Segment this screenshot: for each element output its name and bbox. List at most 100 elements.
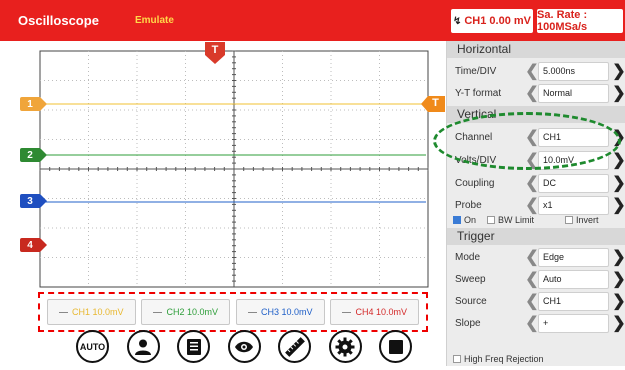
channel-label: Channel: [455, 132, 493, 143]
stop-icon: [388, 339, 403, 354]
source-next-icon[interactable]: ❯: [612, 292, 625, 311]
ch4-button[interactable]: CH4 10.0mV: [330, 299, 420, 325]
title-bar: Oscilloscope Emulate ↯ CH1 0.00 mV Sa. R…: [0, 0, 625, 41]
probe-next-icon[interactable]: ❯: [612, 196, 625, 215]
tool-bar: AUTO: [76, 330, 412, 370]
document-icon: [186, 338, 201, 355]
sweep-label: Sweep: [455, 274, 486, 285]
source-label: Source: [455, 296, 487, 307]
sweep-value[interactable]: Auto: [538, 270, 609, 289]
sweep-next-icon[interactable]: ❯: [612, 270, 625, 289]
gear-icon: [335, 337, 355, 356]
ch1-marker-label: 1: [27, 98, 33, 110]
probe-value[interactable]: x1: [538, 196, 609, 215]
mode-label: Emulate: [135, 15, 174, 26]
horizontal-header: Horizontal: [447, 41, 625, 58]
yt-format-label: Y-T format: [455, 88, 502, 99]
bw-limit-box-icon: [487, 216, 495, 224]
ch2-button[interactable]: CH2 10.0mV: [141, 299, 231, 325]
document-button[interactable]: [177, 330, 210, 363]
trigger-header: Trigger: [447, 228, 625, 245]
volts-div-decrease-icon[interactable]: ❮: [525, 151, 538, 170]
auto-label: AUTO: [79, 341, 106, 352]
ch2-marker[interactable]: 2: [20, 148, 47, 162]
channel-value[interactable]: CH1: [538, 128, 609, 147]
ch1-line-icon: [58, 311, 68, 313]
ch1-marker[interactable]: 1: [20, 97, 47, 111]
ch4-line-icon: [342, 311, 352, 313]
slope-prev-icon[interactable]: ❮: [525, 314, 538, 333]
coupling-prev-icon[interactable]: ❮: [525, 174, 538, 193]
trigger-mode-prev-icon[interactable]: ❮: [525, 248, 538, 267]
ch4-marker[interactable]: 4: [20, 238, 47, 252]
coupling-next-icon[interactable]: ❯: [612, 174, 625, 193]
high-freq-rejection-label: High Freq Rejection: [464, 354, 544, 364]
coupling-value[interactable]: DC: [538, 174, 609, 193]
measure-button[interactable]: [278, 330, 311, 363]
settings-button[interactable]: [328, 330, 362, 363]
time-div-increase-icon[interactable]: ❯: [612, 62, 625, 81]
bw-limit-checkbox[interactable]: BW Limit: [487, 215, 534, 225]
trigger-position-marker[interactable]: T: [204, 41, 226, 64]
coupling-label: Coupling: [455, 178, 495, 189]
volts-div-increase-icon[interactable]: ❯: [612, 151, 625, 170]
trigger-mode-label: Mode: [455, 252, 481, 263]
trigger-level-label: CH1 0.00 mV: [464, 15, 532, 27]
ch3-line-icon: [247, 311, 257, 313]
yt-format-next-icon[interactable]: ❯: [612, 84, 625, 103]
trigger-level-marker[interactable]: T: [421, 96, 445, 112]
sample-rate-button[interactable]: Sa. Rate : 100MSa/s: [537, 9, 623, 33]
channel-bar: CH1 10.0mV CH2 10.0mV CH3 10.0mV CH4 10.…: [38, 292, 428, 332]
scope-display[interactable]: T T 1 2 3 4 CH1 10.0mV CH2 10.0mV CH3 10…: [0, 41, 446, 366]
user-button[interactable]: [126, 330, 160, 363]
trigger-level-button[interactable]: ↯ CH1 0.00 mV: [451, 9, 533, 33]
app-title: Oscilloscope: [18, 13, 99, 28]
on-checkbox-label: On: [464, 215, 477, 225]
channel-prev-icon[interactable]: ❮: [525, 128, 538, 147]
auto-button[interactable]: AUTO: [76, 330, 109, 363]
on-checkbox[interactable]: On: [453, 215, 476, 225]
ch3-marker[interactable]: 3: [20, 194, 47, 208]
probe-prev-icon[interactable]: ❮: [525, 196, 538, 215]
ch3-marker-label: 3: [27, 195, 33, 207]
channel-next-icon[interactable]: ❯: [612, 128, 625, 147]
settings-panel: Horizontal Time/DIV ❮ 5.000ns ❯ Y-T form…: [446, 41, 625, 366]
eye-icon: [235, 341, 253, 352]
probe-label: Probe: [455, 200, 482, 211]
source-prev-icon[interactable]: ❮: [525, 292, 538, 311]
slope-next-icon[interactable]: ❯: [612, 314, 625, 333]
sweep-prev-icon[interactable]: ❮: [525, 270, 538, 289]
edge-icon: ↯: [452, 15, 462, 27]
time-div-value[interactable]: 5.000ns: [538, 62, 609, 81]
trigger-mode-value[interactable]: Edge: [538, 248, 609, 267]
on-check-icon: [453, 216, 461, 224]
ch4-marker-label: 4: [27, 239, 33, 251]
invert-checkbox[interactable]: Invert: [565, 215, 599, 225]
yt-format-value[interactable]: Normal: [538, 84, 609, 103]
volts-div-value[interactable]: 10.0mV: [538, 151, 609, 170]
invert-box-icon: [565, 216, 573, 224]
ch2-button-label: CH2 10.0mV: [166, 307, 219, 317]
trigger-position-label: T: [211, 44, 219, 56]
invert-label: Invert: [576, 215, 599, 225]
view-button[interactable]: [227, 330, 261, 363]
volts-div-label: Volts/DIV: [455, 155, 497, 166]
ch1-button[interactable]: CH1 10.0mV: [46, 299, 136, 325]
trigger-mode-next-icon[interactable]: ❯: [612, 248, 625, 267]
ch2-line-icon: [153, 311, 163, 313]
ruler-icon: [284, 336, 305, 357]
high-freq-rejection-checkbox[interactable]: High Freq Rejection: [453, 354, 544, 364]
user-icon: [135, 339, 151, 355]
ch1-button-label: CH1 10.0mV: [71, 307, 124, 317]
ch4-button-label: CH4 10.0mV: [355, 307, 408, 317]
ch3-button[interactable]: CH3 10.0mV: [235, 299, 325, 325]
time-div-label: Time/DIV: [455, 66, 497, 77]
high-freq-box-icon: [453, 355, 461, 363]
ch3-button-label: CH3 10.0mV: [260, 307, 313, 317]
slope-value[interactable]: +: [538, 314, 609, 333]
yt-format-prev-icon[interactable]: ❮: [525, 84, 538, 103]
time-div-decrease-icon[interactable]: ❮: [525, 62, 538, 81]
stop-button[interactable]: [379, 330, 412, 363]
source-value[interactable]: CH1: [538, 292, 609, 311]
sample-rate-label: Sa. Rate : 100MSa/s: [537, 9, 588, 33]
